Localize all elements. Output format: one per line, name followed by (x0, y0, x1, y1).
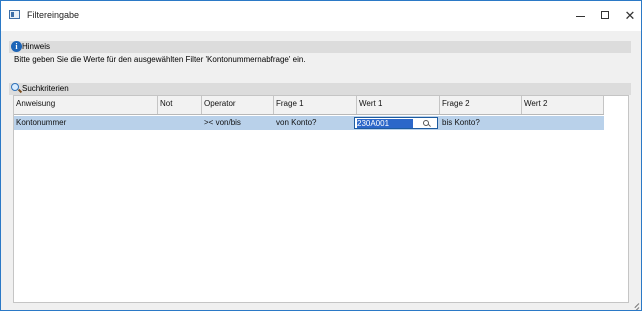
suchkriterien-section-header: Suchkriterien (9, 83, 631, 95)
column-header-wert-2[interactable]: Wert 2 (522, 96, 604, 114)
search-icon[interactable] (423, 120, 431, 128)
wert-2-cell[interactable] (522, 116, 604, 130)
grid-header: Anweisung Not Operator Frage 1 Wert 1 Fr… (14, 96, 604, 115)
maximize-icon (601, 11, 609, 19)
column-header-not[interactable]: Not (158, 96, 202, 114)
hinweis-section-header: i Hinweis (9, 41, 631, 53)
close-button[interactable]: ✕ (616, 5, 641, 27)
column-header-anweisung[interactable]: Anweisung (14, 96, 158, 114)
criteria-grid[interactable]: Anweisung Not Operator Frage 1 Wert 1 Fr… (13, 95, 629, 303)
search-icon (11, 83, 22, 94)
hinweis-label: Hinweis (22, 42, 51, 51)
table-row[interactable]: Kontonummer >< von/bis von Konto? bis Ko… (14, 116, 604, 130)
suchkriterien-label: Suchkriterien (22, 84, 69, 93)
anweisung-cell[interactable]: Kontonummer (14, 116, 158, 130)
not-cell[interactable] (158, 116, 202, 130)
minimize-icon (576, 16, 585, 17)
column-header-operator[interactable]: Operator (202, 96, 274, 114)
column-header-wert-1[interactable]: Wert 1 (357, 96, 440, 114)
operator-cell[interactable]: >< von/bis (202, 116, 274, 130)
column-header-frage-1[interactable]: Frage 1 (274, 96, 357, 114)
maximize-button[interactable] (591, 5, 619, 27)
filter-dialog: Filtereingabe ✕ i Hinweis Bitte geben Si… (0, 0, 642, 311)
frage-2-cell[interactable]: bis Konto? (440, 116, 522, 130)
wert-1-editor[interactable] (354, 117, 438, 129)
frage-1-cell[interactable]: von Konto? (274, 116, 357, 130)
column-header-frage-2[interactable]: Frage 2 (440, 96, 522, 114)
window-icon (9, 10, 20, 19)
resize-grip-icon[interactable] (628, 297, 639, 308)
minimize-button[interactable] (566, 5, 594, 27)
hinweis-text: Bitte geben Sie die Werte für den ausgew… (14, 55, 306, 64)
dialog-content: i Hinweis Bitte geben Sie die Werte für … (9, 37, 631, 303)
title-bar: Filtereingabe ✕ (1, 1, 641, 31)
window-title: Filtereingabe (27, 10, 80, 20)
wert-1-input[interactable] (357, 119, 413, 128)
info-icon: i (11, 41, 22, 52)
